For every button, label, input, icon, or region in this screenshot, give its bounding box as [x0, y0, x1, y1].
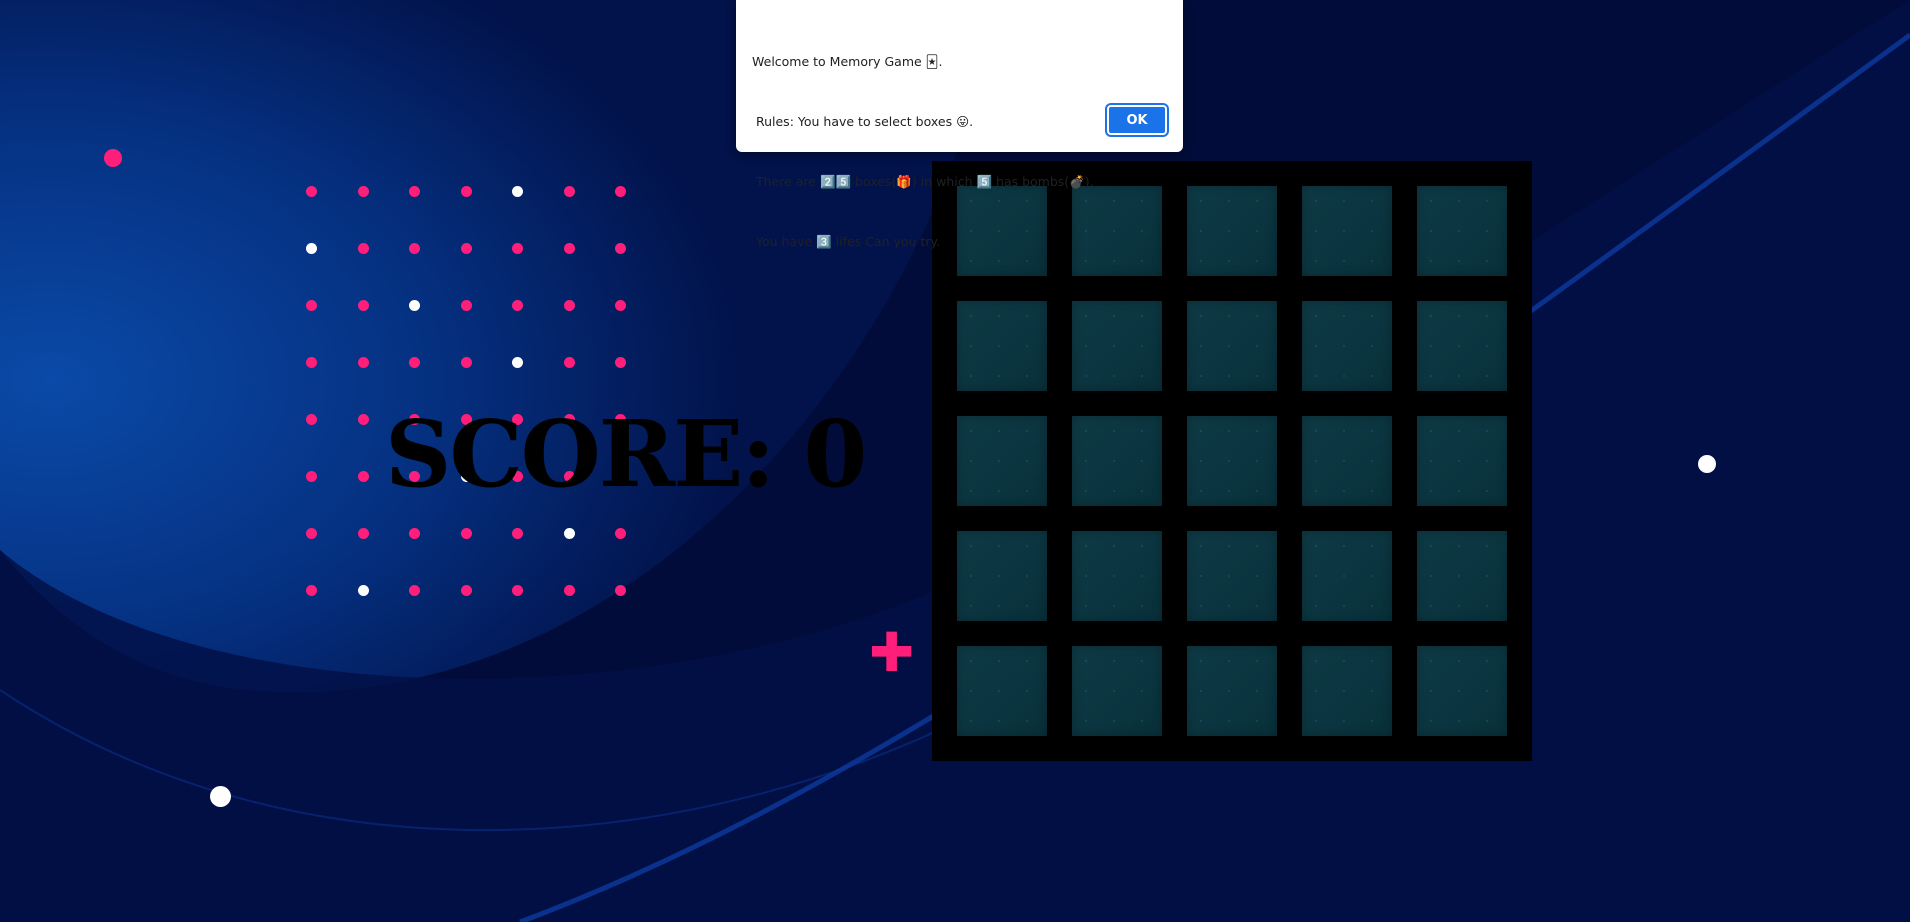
memory-tile[interactable] [1072, 646, 1162, 736]
decor-dot [306, 243, 317, 254]
decor-dot [460, 243, 472, 254]
decor-dot [615, 528, 626, 539]
memory-tile[interactable] [1187, 646, 1277, 736]
decor-dot [306, 357, 317, 368]
decor-dot [306, 186, 317, 197]
decor-dot [563, 300, 575, 311]
memory-tile[interactable] [1302, 301, 1392, 391]
decor-dot [615, 243, 626, 254]
alert-line: You have 3️⃣ lifes Can you try. [752, 234, 941, 249]
decor-dot [460, 300, 472, 311]
memory-tile[interactable] [1187, 301, 1277, 391]
memory-tile[interactable] [1302, 186, 1392, 276]
memory-tile[interactable] [1187, 531, 1277, 621]
decor-dot [357, 186, 369, 197]
decorative-dot-grid [300, 180, 630, 600]
alert-line: Rules: You have to select boxes 😛. [752, 114, 974, 129]
decor-dot [563, 243, 575, 254]
memory-tile[interactable] [1072, 416, 1162, 506]
decor-dot [512, 300, 523, 311]
decor-dot [512, 585, 523, 596]
decor-dot [409, 357, 420, 368]
alert-dialog: Welcome to Memory Game 🃏. Rules: You hav… [736, 0, 1183, 249]
decor-dot [409, 300, 420, 311]
decor-dot [306, 471, 317, 482]
decor-dot [563, 357, 575, 368]
decor-dot [409, 585, 420, 596]
white-dot-decoration [210, 786, 231, 807]
decor-dot [563, 585, 575, 596]
decor-dot [615, 186, 626, 197]
memory-tile[interactable] [1417, 646, 1507, 736]
memory-tile[interactable] [1072, 531, 1162, 621]
memory-tile[interactable] [957, 646, 1047, 736]
memory-tile[interactable] [1072, 301, 1162, 391]
decor-dot [512, 186, 523, 197]
decor-dot [615, 357, 626, 368]
decor-dot [409, 528, 420, 539]
memory-tile[interactable] [1417, 301, 1507, 391]
decor-dot [306, 528, 317, 539]
memory-tile[interactable] [1187, 416, 1277, 506]
decor-dot [563, 186, 575, 197]
decor-dot [460, 585, 472, 596]
decor-dot [357, 414, 369, 425]
alert-line: Welcome to Memory Game 🃏. [752, 54, 943, 69]
decor-dot [357, 243, 369, 254]
memory-tile[interactable] [1302, 646, 1392, 736]
memory-tile[interactable] [1417, 186, 1507, 276]
decor-dot [615, 300, 626, 311]
alert-line: There are 2️⃣5️⃣ boxes(🎁) in which 5️⃣ h… [752, 174, 1094, 189]
decor-dot [512, 357, 523, 368]
decor-dot [357, 528, 369, 539]
decor-dot [357, 300, 369, 311]
decor-dot [512, 528, 523, 539]
memory-tile[interactable] [1417, 416, 1507, 506]
decor-dot [460, 186, 472, 197]
memory-tile[interactable] [1302, 531, 1392, 621]
memory-tile[interactable] [1302, 416, 1392, 506]
pink-dot-decoration [104, 149, 122, 167]
decor-dot [357, 357, 369, 368]
decor-dot [512, 243, 523, 254]
alert-message: Welcome to Memory Game 🃏. Rules: You hav… [752, 12, 1094, 292]
memory-tile[interactable] [957, 301, 1047, 391]
decor-dot [306, 300, 317, 311]
memory-tile[interactable] [957, 531, 1047, 621]
decor-dot [409, 186, 420, 197]
memory-tile[interactable] [1417, 531, 1507, 621]
plus-icon: ✚ [869, 621, 915, 684]
ok-button[interactable]: OK [1105, 103, 1169, 137]
decor-dot [460, 357, 472, 368]
memory-tile[interactable] [1187, 186, 1277, 276]
decor-dot [409, 243, 420, 254]
white-dot-decoration [1698, 455, 1716, 473]
decor-dot [306, 585, 317, 596]
decor-dot [306, 414, 317, 425]
decor-dot [615, 585, 626, 596]
memory-tile[interactable] [957, 416, 1047, 506]
decor-dot [357, 471, 369, 482]
decor-dot [460, 528, 472, 539]
decor-dot [357, 585, 369, 596]
decor-dot [563, 528, 575, 539]
score-display: SCORE: 0 [385, 400, 867, 508]
